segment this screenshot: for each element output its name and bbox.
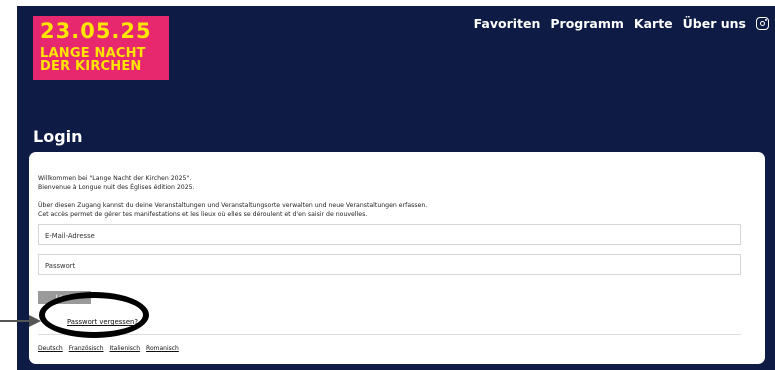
welcome-de: Willkommen bei "Lange Nacht der Kirchen …	[38, 175, 192, 182]
divider	[38, 334, 741, 335]
lang-franzoesisch[interactable]: Französisch	[69, 345, 104, 352]
language-switcher: Deutsch Französisch Italienisch Romanisc…	[38, 345, 179, 352]
lang-italienisch[interactable]: Italienisch	[110, 345, 141, 352]
info-fr: Cet accès permet de gérer tes manifestat…	[38, 211, 368, 218]
email-field[interactable]: E-Mail-Adresse	[38, 224, 741, 245]
logo-date: 23.05.25	[40, 19, 152, 43]
nav-item-ueber-uns[interactable]: Über uns	[683, 16, 746, 31]
annotation-highlight-ellipse	[39, 292, 149, 338]
lang-deutsch[interactable]: Deutsch	[38, 345, 63, 352]
welcome-text: Willkommen bei "Lange Nacht der Kirchen …	[38, 174, 738, 192]
login-card: Willkommen bei "Lange Nacht der Kirchen …	[29, 152, 765, 364]
password-field[interactable]: Passwort	[38, 254, 741, 275]
site-logo[interactable]: 23.05.25 LANGE NACHT DER KIRCHEN	[33, 16, 169, 80]
nav-item-programm[interactable]: Programm	[550, 16, 624, 31]
main-nav: Favoriten Programm Karte Über uns	[474, 16, 769, 31]
info-de: Über diesen Zugang kannst du deine Veran…	[38, 202, 428, 209]
page-title: Login	[33, 127, 83, 146]
nav-item-favoriten[interactable]: Favoriten	[474, 16, 541, 31]
nav-item-karte[interactable]: Karte	[634, 16, 673, 31]
lang-romanisch[interactable]: Romanisch	[146, 345, 179, 352]
welcome-fr: Bienvenue à Longue nuit des Églises édit…	[38, 184, 195, 191]
logo-line-2: DER KIRCHEN	[40, 59, 142, 74]
instagram-icon[interactable]	[756, 17, 769, 30]
info-text: Über diesen Zugang kannst du deine Veran…	[38, 201, 738, 219]
annotation-arrow-line	[0, 320, 31, 322]
